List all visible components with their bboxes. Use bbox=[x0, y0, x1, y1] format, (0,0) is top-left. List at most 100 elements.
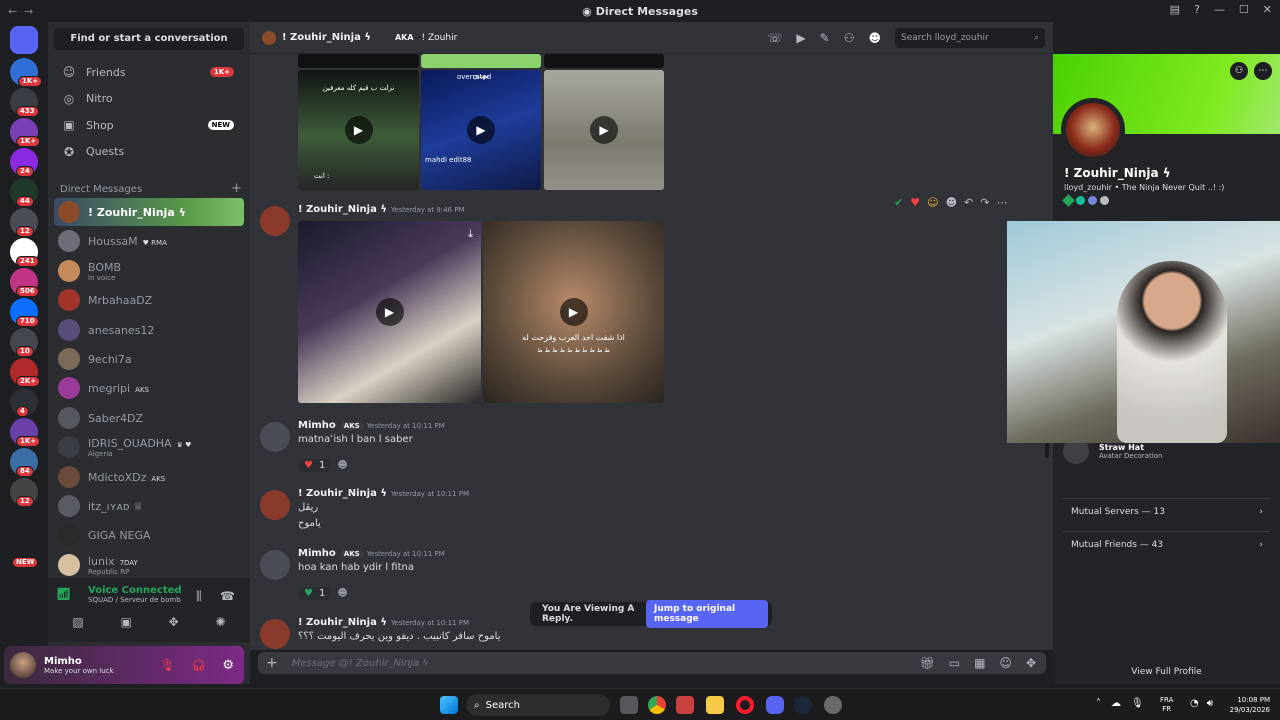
microphone-icon[interactable]: 🎙︎ bbox=[1131, 698, 1144, 709]
play-icon[interactable]: ▶ bbox=[344, 116, 373, 144]
steam-icon[interactable] bbox=[794, 696, 812, 714]
clock[interactable]: 10:08 PM 29/03/2026 bbox=[1222, 695, 1270, 715]
download-icon[interactable]: ⤓ bbox=[468, 227, 473, 241]
dm-item[interactable]: megripi AKS bbox=[54, 374, 244, 402]
more-options-icon[interactable]: ⋯ bbox=[1254, 62, 1272, 80]
chrome-icon[interactable] bbox=[648, 696, 666, 714]
avatar[interactable] bbox=[10, 652, 36, 678]
play-icon[interactable]: ▶ bbox=[467, 116, 495, 144]
windows-start-icon[interactable] bbox=[440, 696, 458, 714]
avatar[interactable] bbox=[260, 422, 290, 452]
badge-icon[interactable] bbox=[1088, 196, 1097, 205]
dm-item[interactable]: IDRIS_OUADHA ♛ ♥ Algeria bbox=[54, 433, 244, 461]
add-reaction-icon[interactable]: ☻ bbox=[337, 588, 347, 599]
settings-gear-icon[interactable]: ⚙ bbox=[222, 658, 234, 673]
video-call-icon[interactable]: ▶ bbox=[796, 31, 805, 45]
video-thumbnail[interactable]: اذا شفت احد العرب وفرحت له ط ط ط ط ط ط ط… bbox=[483, 221, 664, 403]
badge-icon[interactable] bbox=[1062, 194, 1075, 207]
screen-share-icon[interactable]: ▣ bbox=[121, 615, 132, 629]
message-composer[interactable]: + Message @! Zouhir_Ninja ϟ 🎁︎ ▭ ▦ ☺ ✥ bbox=[258, 652, 1046, 674]
avatar[interactable] bbox=[1061, 98, 1125, 162]
dm-item[interactable]: BOMB In voice bbox=[54, 257, 244, 285]
pin-icon[interactable]: ✎ bbox=[820, 31, 830, 45]
author-name[interactable]: ! Zouhir_Ninja ϟ bbox=[298, 617, 387, 628]
attach-plus-icon[interactable]: + bbox=[266, 655, 278, 671]
more-icon[interactable]: ⋯ bbox=[996, 196, 1007, 209]
reaction-pill[interactable]: ♥ 1 bbox=[298, 458, 332, 472]
emoji-icon[interactable]: ☺ bbox=[999, 656, 1012, 670]
deafen-icon[interactable]: 🎧︎ bbox=[191, 658, 206, 672]
discord-icon[interactable] bbox=[766, 696, 784, 714]
voice-channel[interactable]: SQUAD / Serveur de bomb bbox=[88, 596, 240, 604]
system-tray[interactable]: ˄ ☁ 🎙︎ bbox=[1096, 698, 1144, 709]
check-reaction-icon[interactable]: ✔ bbox=[894, 196, 903, 209]
forward-icon[interactable]: ↷ bbox=[980, 196, 989, 209]
camera-off-icon[interactable]: ▨ bbox=[72, 615, 83, 629]
video-thumbnail[interactable]: ▶ bbox=[544, 70, 664, 190]
nav-shop[interactable]: ▣ Shop NEW bbox=[54, 113, 244, 137]
mutual-servers-row[interactable]: Mutual Servers — 13 › bbox=[1063, 498, 1269, 524]
jump-to-original-button[interactable]: Jump to original message bbox=[645, 600, 768, 628]
play-icon[interactable]: ▶ bbox=[590, 116, 618, 144]
discord-home-icon[interactable] bbox=[10, 26, 38, 54]
video-thumbnail[interactable]: مهدي overrated mahdi edit88 ▶ bbox=[421, 70, 541, 190]
nav-quests[interactable]: ✪ Quests bbox=[54, 140, 244, 164]
noise-suppression-icon[interactable]: ⫼ bbox=[196, 589, 202, 604]
reply-icon[interactable]: ↶ bbox=[964, 196, 973, 209]
add-friend-icon[interactable]: ⚇ bbox=[1230, 62, 1248, 80]
dm-item[interactable]: HoussaM ♥ RMA bbox=[54, 227, 244, 255]
search-input[interactable]: Search lloyd_zouhir ⌕ bbox=[895, 27, 1045, 48]
mute-icon[interactable]: 🎙︎ bbox=[160, 658, 175, 672]
mutual-friends-row[interactable]: Mutual Friends — 43 › bbox=[1063, 531, 1269, 557]
laugh-reaction-icon[interactable]: ☺ bbox=[927, 196, 938, 209]
video-thumbnail[interactable] bbox=[421, 54, 541, 68]
reaction-pill[interactable]: ♥ 1 bbox=[298, 586, 332, 600]
video-thumbnail[interactable]: ⤓ ▶ bbox=[298, 221, 481, 403]
apps-icon[interactable]: ✥ bbox=[1026, 656, 1036, 670]
avatar[interactable] bbox=[260, 550, 290, 580]
heart-reaction-icon[interactable]: ♥ bbox=[910, 196, 920, 209]
add-reaction-icon[interactable]: ☻ bbox=[337, 460, 347, 471]
gift-icon[interactable]: 🎁︎ bbox=[920, 656, 935, 670]
dm-item[interactable]: MdictoXDz AKS bbox=[54, 463, 244, 491]
dm-item-active[interactable]: ! Zouhir_Ninja ϟ bbox=[54, 198, 244, 226]
dm-item[interactable]: GIGA NEGA bbox=[54, 521, 244, 549]
settings-app-icon[interactable] bbox=[824, 696, 842, 714]
opera-icon[interactable] bbox=[736, 696, 754, 714]
dm-item[interactable]: anesanes12 bbox=[54, 316, 244, 344]
dm-item[interactable]: 9echi7a bbox=[54, 345, 244, 373]
author-name[interactable]: Mimho bbox=[298, 548, 336, 559]
add-friends-icon[interactable]: ⚇ bbox=[844, 31, 855, 45]
video-thumbnail[interactable] bbox=[544, 54, 664, 68]
help-icon[interactable]: ? bbox=[1194, 3, 1200, 16]
badge-icon[interactable] bbox=[1100, 196, 1109, 205]
author-name[interactable]: Mimho bbox=[298, 420, 336, 431]
play-icon[interactable]: ▶ bbox=[559, 298, 588, 326]
author-name[interactable]: ! Zouhir_Ninja ϟ bbox=[298, 204, 387, 215]
file-explorer-icon[interactable] bbox=[706, 696, 724, 714]
minimize-button[interactable]: — bbox=[1214, 3, 1225, 16]
nav-friends[interactable]: ☺ Friends 1K+ bbox=[54, 60, 244, 84]
add-reaction-icon[interactable]: ☻ bbox=[946, 196, 957, 209]
create-dm-plus-icon[interactable]: + bbox=[231, 182, 242, 195]
disconnect-icon[interactable]: ☎ bbox=[220, 589, 235, 603]
chevron-up-icon[interactable]: ˄ bbox=[1096, 698, 1101, 709]
user-profile-icon[interactable]: ☻ bbox=[868, 31, 881, 45]
play-icon[interactable]: ▶ bbox=[375, 298, 404, 326]
dm-item[interactable]: lunix 7DAY Republic RP bbox=[54, 551, 244, 579]
gif-icon[interactable]: ▭ bbox=[949, 656, 960, 670]
voice-call-icon[interactable]: ☏ bbox=[767, 31, 782, 45]
avatar[interactable] bbox=[260, 490, 290, 520]
find-conversation-button[interactable]: Find or start a conversation bbox=[54, 28, 244, 50]
message-list[interactable]: نزلت ب قيم كله معرفين انت : ▶ مهدي overr… bbox=[250, 54, 1053, 650]
taskbar-search[interactable]: ⌕ Search bbox=[466, 694, 610, 716]
language-indicator[interactable]: FRA FR bbox=[1160, 696, 1173, 714]
nav-nitro[interactable]: ◎ Nitro bbox=[54, 87, 244, 111]
avatar[interactable] bbox=[260, 619, 290, 649]
soundboard-icon[interactable]: ✺ bbox=[216, 615, 226, 629]
activities-icon[interactable]: ✥ bbox=[169, 615, 179, 629]
badge-icon[interactable] bbox=[1076, 196, 1085, 205]
video-thumbnail[interactable]: نزلت ب قيم كله معرفين انت : ▶ bbox=[298, 70, 419, 190]
view-full-profile-button[interactable]: View Full Profile bbox=[1053, 667, 1280, 677]
dm-item[interactable]: itz_ıʏᴀᴅ ♕ bbox=[54, 492, 244, 520]
